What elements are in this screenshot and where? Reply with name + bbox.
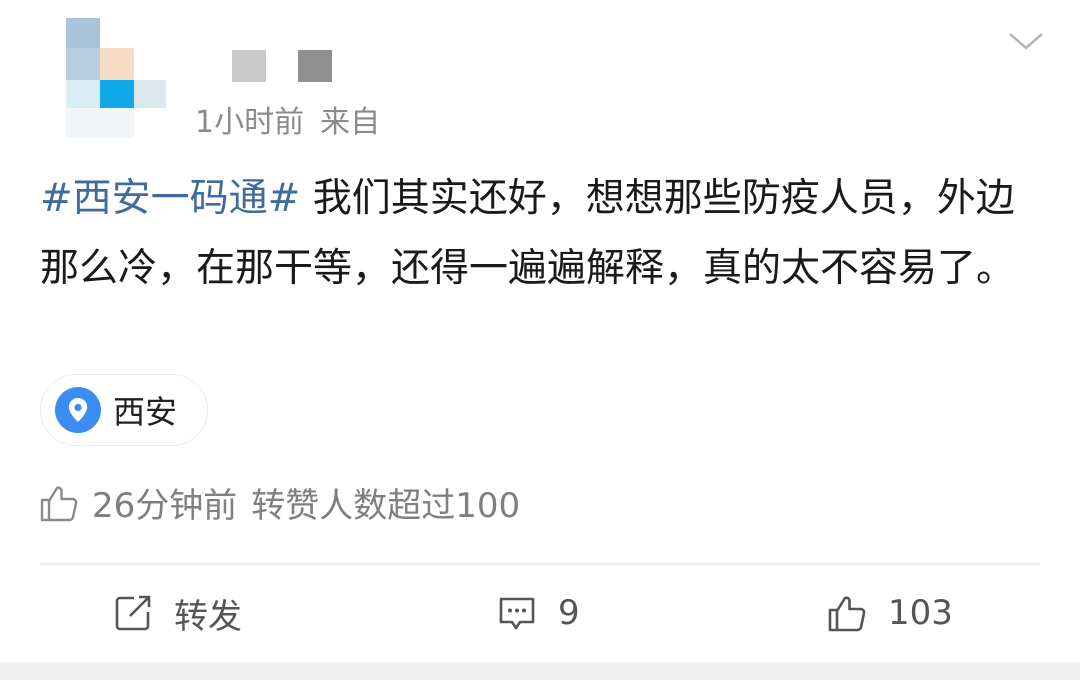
thumbs-up-icon bbox=[828, 596, 866, 632]
post-time: 1小时前 bbox=[195, 105, 305, 140]
comment-count: 9 bbox=[558, 593, 580, 633]
avatar[interactable] bbox=[66, 18, 166, 138]
like-summary-text: 转赞人数超过100 bbox=[251, 486, 521, 526]
comment-button[interactable]: 9 bbox=[496, 570, 580, 656]
repost-label: 转发 bbox=[174, 596, 242, 637]
like-summary-time: 26分钟前 bbox=[92, 486, 238, 526]
like-button[interactable]: 103 bbox=[826, 570, 953, 656]
divider bbox=[40, 563, 1040, 565]
post-source: 来自 bbox=[320, 105, 381, 140]
chevron-down-icon[interactable] bbox=[1006, 26, 1046, 56]
comment-icon bbox=[499, 597, 535, 630]
action-bar: 转发 9 103 bbox=[0, 570, 1080, 656]
location-label: 西安 bbox=[113, 393, 178, 431]
share-box-icon bbox=[115, 595, 151, 631]
location-pin-icon bbox=[55, 387, 101, 433]
thumbs-up-outline-icon bbox=[40, 485, 78, 521]
topic-link[interactable]: #西安一码通# bbox=[40, 176, 300, 221]
location-tag[interactable]: 西安 bbox=[40, 374, 209, 446]
like-summary: 26分钟前 转赞人数超过100 bbox=[38, 478, 520, 527]
like-count: 103 bbox=[888, 593, 953, 633]
post-content: #西安一码通# 我们其实还好，想想那些防疫人员，外边那么冷，在那干等，还得一遍遍… bbox=[40, 164, 1045, 304]
weibo-post: 1小时前 来自 #西安一码通# 我们其实还好，想想那些防疫人员，外边那么冷，在那干… bbox=[0, 0, 1080, 662]
repost-button[interactable]: 转发 bbox=[112, 570, 242, 656]
post-meta: 1小时前 来自 bbox=[195, 97, 380, 141]
username-redacted[interactable] bbox=[232, 50, 342, 82]
section-separator bbox=[0, 662, 1080, 680]
